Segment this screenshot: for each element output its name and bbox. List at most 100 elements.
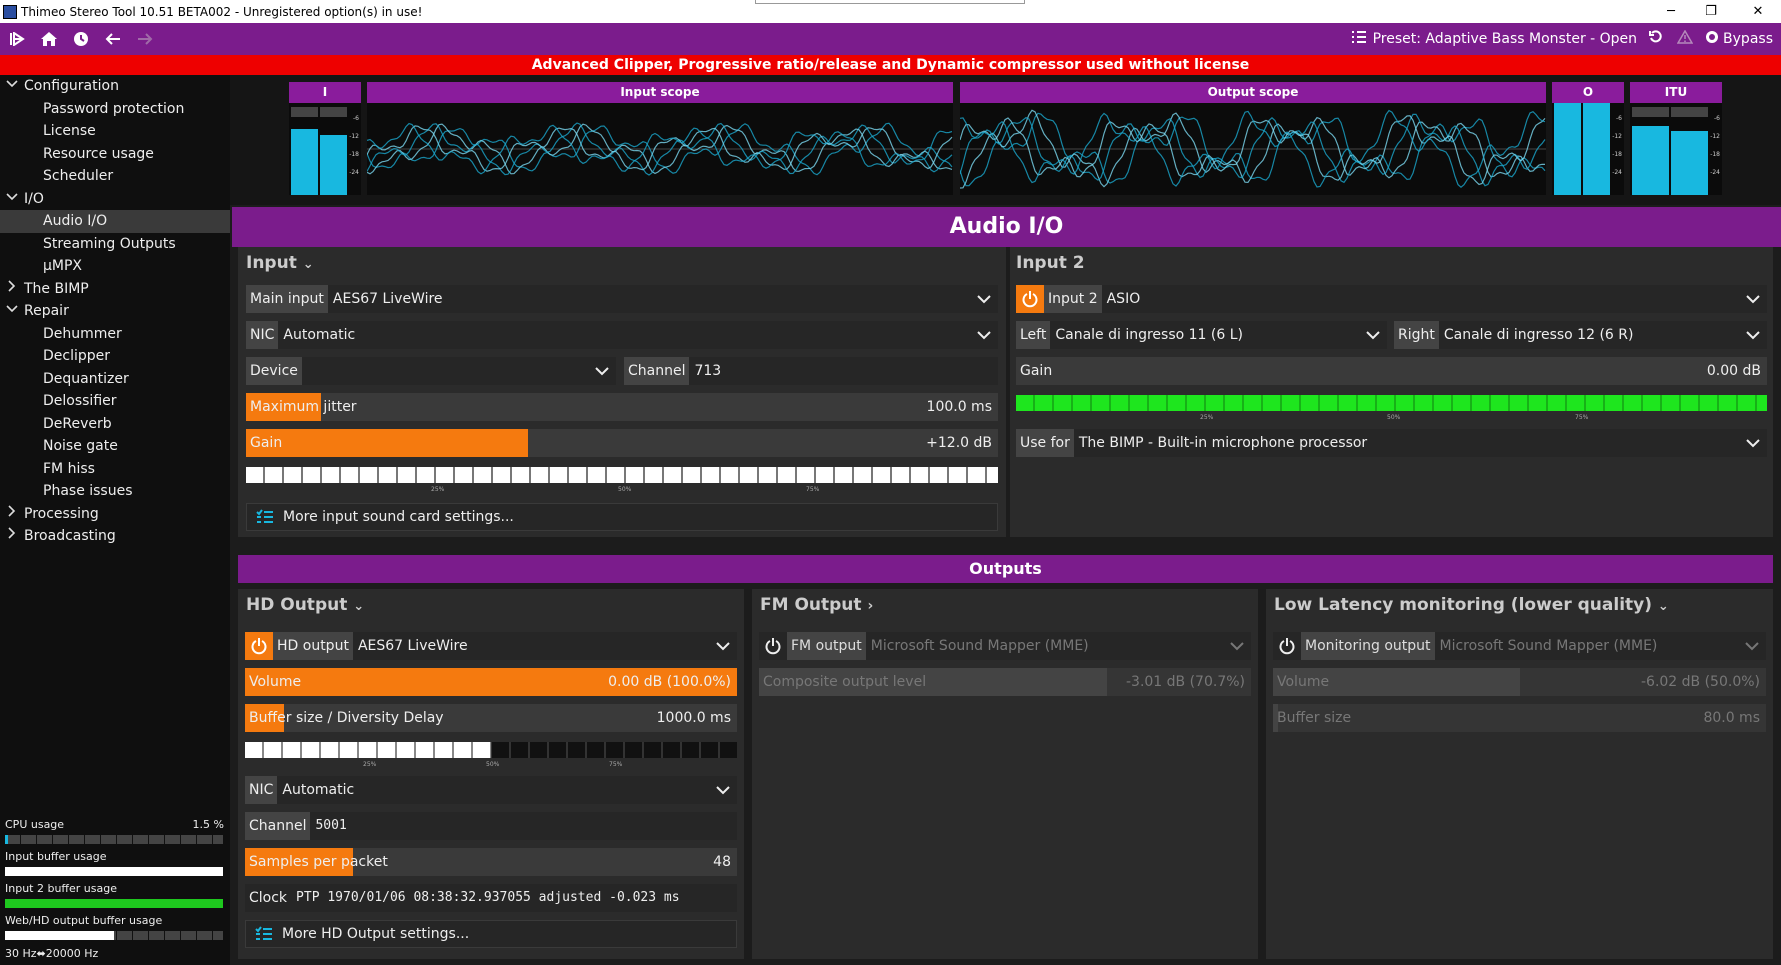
sidebar-item-noise-gate[interactable]: Noise gate xyxy=(0,435,230,458)
chevron-down-icon[interactable] xyxy=(6,75,18,97)
sidebar-item-delossifier[interactable]: Delossifier xyxy=(0,390,230,413)
more-hd-output-settings-button[interactable]: More HD Output settings... xyxy=(245,920,737,948)
hd-output-select[interactable]: HD output AES67 LiveWire xyxy=(245,632,737,660)
chevron-down-icon[interactable] xyxy=(1359,321,1387,349)
input2-gain-label: Gain xyxy=(1020,363,1053,379)
fm-output-header[interactable]: FM Output › xyxy=(760,595,873,615)
hd-buffer-slider[interactable]: Buffer size / Diversity Delay 1000.0 ms xyxy=(245,704,737,732)
main-input-select[interactable]: Main input AES67 LiveWire xyxy=(246,285,998,313)
sidebar-item-password-protection[interactable]: Password protection xyxy=(0,98,230,121)
chevron-down-icon[interactable] xyxy=(709,632,737,660)
hd-output-header[interactable]: HD Output ⌄ xyxy=(246,595,364,615)
minimize-button[interactable]: ─ xyxy=(1651,0,1691,23)
sidebar-item-scheduler[interactable]: Scheduler xyxy=(0,165,230,188)
monitoring-power-button[interactable] xyxy=(1273,632,1301,660)
chevron-down-icon[interactable] xyxy=(588,357,616,385)
hd-volume-slider[interactable]: Volume 0.00 dB (100.0%) xyxy=(245,668,737,696)
freq-low: 30 Hz xyxy=(5,947,37,960)
right-channel-select[interactable]: Right Canale di ingresso 12 (6 R) xyxy=(1394,321,1767,349)
sidebar-item-processing[interactable]: Processing xyxy=(0,503,230,526)
sidebar-item-dehummer[interactable]: Dehummer xyxy=(0,323,230,346)
sidebar-item-i-o[interactable]: I/O xyxy=(0,188,230,211)
monitoring-buffer-slider[interactable]: Buffer size 80.0 ms xyxy=(1273,704,1766,732)
chevron-down-icon[interactable] xyxy=(6,188,18,210)
monitoring-output-select[interactable]: Monitoring output Microsoft Sound Mapper… xyxy=(1273,632,1766,660)
warning-icon[interactable] xyxy=(1676,29,1694,48)
sidebar-item-license[interactable]: License xyxy=(0,120,230,143)
chevron-down-icon[interactable] xyxy=(6,300,18,322)
maximize-button[interactable]: ❐ xyxy=(1691,0,1731,23)
chevron-down-icon[interactable] xyxy=(1223,632,1251,660)
device-select[interactable]: Device xyxy=(246,357,616,385)
home-icon[interactable] xyxy=(34,24,64,54)
back-arrow-icon[interactable] xyxy=(98,24,128,54)
composite-output-level-slider[interactable]: Composite output level -3.01 dB (70.7%) xyxy=(759,668,1251,696)
nic-select[interactable]: NIC Automatic xyxy=(246,321,998,349)
more-input-settings-button[interactable]: More input sound card settings... xyxy=(246,503,998,531)
tick-label: -18 xyxy=(1710,151,1720,158)
chevron-right-icon[interactable] xyxy=(6,525,18,547)
sidebar-item-audio-i-o[interactable]: Audio I/O xyxy=(0,210,230,233)
jitter-value: 100.0 ms xyxy=(926,399,992,415)
monitoring-output-label: Monitoring output xyxy=(1301,632,1435,660)
fm-output-power-button[interactable] xyxy=(759,632,787,660)
sidebar-item-repair[interactable]: Repair xyxy=(0,300,230,323)
skip-back-icon[interactable] xyxy=(2,24,32,54)
chevron-down-icon[interactable] xyxy=(1739,429,1767,457)
input2-power-button[interactable] xyxy=(1016,285,1044,313)
ll-output-header[interactable]: Low Latency monitoring (lower quality) ⌄ xyxy=(1274,595,1669,615)
tick-label: -12 xyxy=(1612,133,1622,140)
left-channel-select[interactable]: Left Canale di ingresso 11 (6 L) xyxy=(1016,321,1387,349)
sidebar-item-streaming-outputs[interactable]: Streaming Outputs xyxy=(0,233,230,256)
monitoring-volume-slider[interactable]: Volume -6.02 dB (50.0%) xyxy=(1273,668,1766,696)
chevron-down-icon[interactable] xyxy=(1739,285,1767,313)
sidebar-item-µmpx[interactable]: µMPX xyxy=(0,255,230,278)
undo-icon[interactable] xyxy=(1649,30,1663,48)
chevron-right-icon[interactable] xyxy=(6,503,18,525)
sidebar-item-resource-usage[interactable]: Resource usage xyxy=(0,143,230,166)
chevron-down-icon[interactable] xyxy=(970,285,998,313)
preset-label[interactable]: Preset: Adaptive Bass Monster - Open xyxy=(1373,31,1637,47)
sidebar-item-dereverb[interactable]: DeReverb xyxy=(0,413,230,436)
input-gain-slider[interactable]: Gain +12.0 dB xyxy=(246,429,998,457)
monitoring-output-value: Microsoft Sound Mapper (MME) xyxy=(1434,632,1738,660)
use-for-select[interactable]: Use for The BIMP - Built-in microphone p… xyxy=(1016,429,1767,457)
gain-label: Gain xyxy=(250,435,283,451)
hd-output-power-button[interactable] xyxy=(245,632,273,660)
chevron-down-icon[interactable] xyxy=(1739,321,1767,349)
chevron-down-icon[interactable] xyxy=(709,776,737,804)
input2-gain-slider[interactable]: Gain 0.00 dB xyxy=(1016,357,1767,385)
forward-arrow-icon[interactable] xyxy=(130,24,160,54)
chevron-right-icon[interactable] xyxy=(6,278,18,300)
license-warning-banner: Advanced Clipper, Progressive ratio/rele… xyxy=(0,55,1781,75)
bypass-icon[interactable] xyxy=(1705,30,1719,48)
input2-select[interactable]: Input 2 ASIO xyxy=(1016,285,1767,313)
chevron-down-icon[interactable] xyxy=(1738,632,1766,660)
tick-label: -6 xyxy=(353,115,359,122)
sidebar-item-dequantizer[interactable]: Dequantizer xyxy=(0,368,230,391)
preset-list-icon[interactable] xyxy=(1351,30,1367,48)
input-header[interactable]: Input ⌄ xyxy=(246,253,314,273)
channel-field[interactable]: Channel 713 xyxy=(624,357,998,385)
sidebar-item-phase-issues[interactable]: Phase issues xyxy=(0,480,230,503)
fm-output-select[interactable]: FM output Microsoft Sound Mapper (MME) xyxy=(759,632,1251,660)
sidebar-item-label: Declipper xyxy=(43,348,111,364)
input-level-meter: I -6 -12 -18 -24 xyxy=(289,82,361,195)
sidebar-item-declipper[interactable]: Declipper xyxy=(0,345,230,368)
input2-gain-value: 0.00 dB xyxy=(1706,363,1761,379)
device-value xyxy=(301,357,588,385)
hd-nic-select[interactable]: NIC Automatic xyxy=(245,776,737,804)
sidebar-item-broadcasting[interactable]: Broadcasting xyxy=(0,525,230,548)
history-icon[interactable] xyxy=(66,24,96,54)
sidebar-item-configuration[interactable]: Configuration xyxy=(0,75,230,98)
maximum-jitter-slider[interactable]: Maximum jitter 100.0 ms xyxy=(246,393,998,421)
sidebar-item-fm-hiss[interactable]: FM hiss xyxy=(0,458,230,481)
hd-channel-field[interactable]: Channel 5001 xyxy=(245,812,737,840)
samples-per-packet-slider[interactable]: Samples per packet 48 xyxy=(245,848,737,876)
sidebar-item-the-bimp[interactable]: The BIMP xyxy=(0,278,230,301)
meter-row: CPU usage 1.5 % xyxy=(0,815,230,847)
bypass-button[interactable]: Bypass xyxy=(1723,31,1773,47)
close-button[interactable]: ✕ xyxy=(1738,0,1778,23)
main-input-value: AES67 LiveWire xyxy=(327,285,970,313)
chevron-down-icon[interactable] xyxy=(970,321,998,349)
